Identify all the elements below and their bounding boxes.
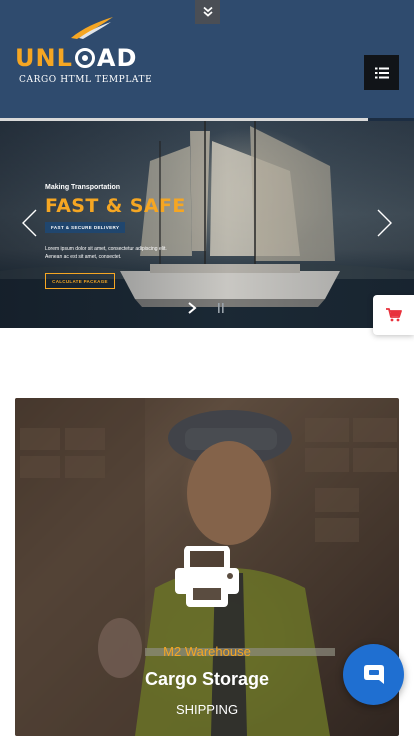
chevron-double-down-icon [202, 6, 213, 17]
chat-bubble-icon [363, 664, 384, 684]
hero-eyebrow: Making Transportation [45, 184, 121, 191]
hero-description: Lorem ipsum dolor sit amet, consectetur … [45, 246, 167, 260]
menu-toggle-button[interactable] [364, 55, 399, 90]
hero-slider: Making Transportation FAST & SAFE FAST &… [0, 121, 414, 328]
printer-icon [175, 546, 239, 607]
card-subtitle: M2 Warehouse [163, 644, 251, 659]
hero-tag-badge: FAST & SECURE DELIVERY [45, 222, 126, 233]
pause-icon[interactable] [216, 302, 226, 314]
chevron-left-icon[interactable] [20, 209, 40, 237]
chevron-right-icon[interactable] [374, 209, 394, 237]
wheel-icon [74, 48, 95, 68]
top-bar-toggle-button[interactable] [195, 0, 220, 24]
play-icon[interactable] [186, 301, 198, 315]
site-header: UNL AD CARGO HTML TEMPLATE [0, 0, 414, 118]
cart-icon [385, 308, 402, 322]
card-title: Cargo Storage [144, 669, 270, 689]
site-logo[interactable]: UNL AD CARGO HTML TEMPLATE [15, 17, 155, 90]
logo-wordmark: UNL AD [15, 44, 138, 72]
chat-button[interactable] [343, 644, 404, 705]
list-icon [374, 67, 389, 78]
cart-button[interactable] [373, 295, 414, 335]
service-card-cargo-storage[interactable]: M2 Warehouse Cargo Storage SHIPPING [15, 398, 399, 736]
hero-title: FAST & SAFE [45, 195, 186, 217]
logo-swoosh-icon [71, 17, 113, 39]
calculate-package-button[interactable]: CALCULATE PACKAGE [45, 273, 115, 289]
shipping-link[interactable]: SHIPPING [15, 702, 399, 717]
logo-subtitle: CARGO HTML TEMPLATE [19, 75, 153, 85]
